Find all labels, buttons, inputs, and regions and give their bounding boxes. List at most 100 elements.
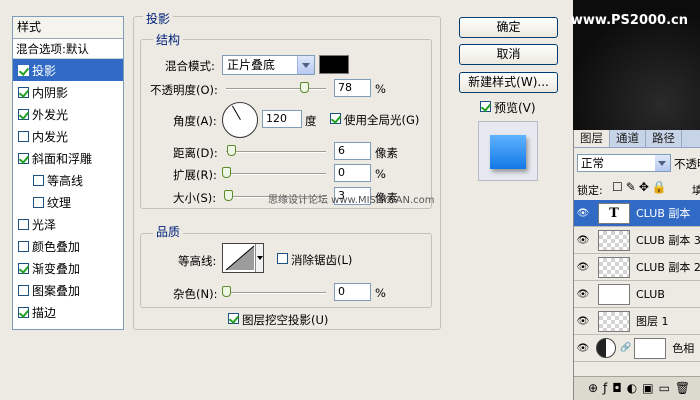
eye-icon[interactable]: 👁: [574, 235, 592, 246]
preview-checkbox[interactable]: [480, 101, 494, 112]
eye-icon[interactable]: 👁: [574, 208, 592, 219]
style-item[interactable]: 图案叠加: [13, 279, 123, 301]
style-item[interactable]: 外发光: [13, 103, 123, 125]
chevron-down-icon[interactable]: [297, 56, 314, 74]
spread-input[interactable]: 0: [334, 164, 371, 182]
angle-unit: 度: [305, 114, 317, 128]
style-item[interactable]: 等高线: [13, 169, 123, 191]
checkbox-icon: [228, 313, 239, 324]
knockout-checkbox[interactable]: [228, 313, 242, 324]
layers-bottom-bar[interactable]: ⊕ƒ◘◐▣▭🗑: [574, 376, 700, 400]
noise-label: 杂色(N):: [173, 287, 218, 301]
style-item[interactable]: 投影: [13, 59, 123, 81]
style-item[interactable]: 斜面和浮雕: [13, 147, 123, 169]
checkbox-icon[interactable]: [33, 196, 44, 208]
style-item[interactable]: 内阴影: [13, 81, 123, 103]
layer-row[interactable]: 👁 图层 1: [574, 308, 700, 335]
distance-slider-thumb[interactable]: [227, 145, 236, 156]
size-slider-thumb[interactable]: [224, 190, 233, 201]
style-item[interactable]: 描边: [13, 301, 123, 323]
noise-slider-track[interactable]: [226, 292, 326, 294]
new-style-button[interactable]: 新建样式(W)...: [459, 72, 558, 93]
checkbox-icon[interactable]: [18, 64, 29, 76]
style-item-label: 描边: [32, 305, 57, 320]
preview-label[interactable]: 预览(V): [494, 99, 536, 116]
cancel-button[interactable]: 取消: [459, 44, 558, 65]
global-light-label[interactable]: 使用全局光(G): [344, 112, 419, 128]
style-item[interactable]: 光泽: [13, 213, 123, 235]
tab-layers-panel[interactable]: 图层: [574, 130, 610, 147]
style-item-label: 内阴影: [32, 85, 69, 100]
blend-mode-value: 正片叠底: [227, 58, 276, 72]
global-light-checkbox[interactable]: [330, 113, 344, 124]
eye-icon[interactable]: 👁: [574, 289, 592, 300]
opacity-input[interactable]: 78: [334, 79, 371, 97]
layer-row[interactable]: 👁 CLUB 副本 3: [574, 227, 700, 254]
style-item[interactable]: 颜色叠加: [13, 235, 123, 257]
distance-input[interactable]: 6: [334, 142, 371, 160]
checkbox-icon[interactable]: [18, 240, 29, 252]
noise-input[interactable]: 0: [334, 283, 371, 301]
checkbox-icon: [277, 253, 288, 264]
tab-layers-panel[interactable]: 通道: [610, 130, 646, 147]
noise-slider-thumb[interactable]: [222, 286, 231, 297]
blending-options-item[interactable]: 混合选项:默认: [13, 39, 123, 59]
style-item[interactable]: 纹理: [13, 191, 123, 213]
lock-icons[interactable]: ☐✎✥🔒: [612, 180, 670, 194]
checkbox-icon[interactable]: [18, 152, 29, 164]
distance-slider-track[interactable]: [226, 151, 326, 153]
style-item-label: 光泽: [32, 217, 57, 232]
angle-input[interactable]: 120: [262, 110, 302, 128]
spread-slider-thumb[interactable]: [222, 167, 231, 178]
opacity-slider-track[interactable]: [226, 88, 326, 90]
layer-row[interactable]: 👁 🔗 色相: [574, 335, 700, 362]
styles-header[interactable]: 样式: [13, 17, 123, 39]
checkbox-icon[interactable]: [18, 130, 29, 142]
blend-mode-select[interactable]: 正片叠底: [222, 55, 315, 75]
canvas-photo: www.PS2000.cn: [571, 0, 700, 130]
chevron-down-icon[interactable]: [655, 155, 670, 171]
checkbox-icon[interactable]: [18, 86, 29, 98]
layer-blend-select[interactable]: 正常: [577, 154, 671, 172]
ok-button[interactable]: 确定: [459, 17, 558, 38]
tab-layers-panel[interactable]: 路径: [646, 130, 682, 147]
spread-slider-track[interactable]: [226, 173, 326, 175]
knockout-label[interactable]: 图层挖空投影(U): [242, 312, 328, 328]
layer-list: 👁 T CLUB 副本 👁 CLUB 副本 3 👁 CLUB 副本 2 👁 CLUB 👁 图层 1 👁…: [574, 200, 700, 362]
checkbox-icon[interactable]: [18, 218, 29, 230]
anti-alias-label[interactable]: 消除锯齿(L): [291, 252, 352, 268]
structure-title: 结构: [153, 31, 184, 48]
layer-name: CLUB 副本 2: [636, 261, 700, 274]
eye-icon[interactable]: 👁: [574, 316, 592, 327]
eye-icon[interactable]: 👁: [574, 343, 592, 354]
style-item[interactable]: 渐变叠加: [13, 257, 123, 279]
preview-swatch: [490, 135, 526, 169]
layer-row[interactable]: 👁 T CLUB 副本: [574, 200, 700, 227]
link-icon[interactable]: 🔗: [620, 343, 631, 353]
text-layer-icon: T: [598, 202, 630, 224]
checkbox-icon[interactable]: [18, 262, 29, 274]
checkbox-icon[interactable]: [18, 306, 29, 318]
layer-row[interactable]: 👁 CLUB 副本 2: [574, 254, 700, 281]
checkbox-icon[interactable]: [33, 174, 44, 186]
angle-dial[interactable]: [222, 102, 258, 138]
style-item[interactable]: 内发光: [13, 125, 123, 147]
shadow-color-swatch[interactable]: [319, 55, 349, 74]
checkbox-icon[interactable]: [18, 108, 29, 120]
style-preview: [478, 121, 538, 181]
style-item-label: 纹理: [47, 195, 72, 210]
checkbox-icon[interactable]: [18, 284, 29, 296]
opacity-slider-thumb[interactable]: [300, 82, 309, 93]
eye-icon[interactable]: 👁: [574, 262, 592, 273]
style-items: 投影内阴影外发光 内发光 斜面和浮雕 等高线纹理光泽颜色叠加渐变叠加 图案叠加描边: [13, 59, 123, 323]
contour-dropdown-arrow[interactable]: [255, 244, 263, 272]
contour-picker[interactable]: [222, 243, 264, 273]
style-item-label: 颜色叠加: [32, 239, 81, 254]
layer-blend-value: 正常: [581, 156, 604, 170]
checkbox-icon: [480, 101, 491, 112]
anti-alias-checkbox[interactable]: [277, 253, 291, 264]
quality-title: 品质: [153, 223, 184, 240]
checkbox-icon: [330, 113, 341, 124]
layer-row[interactable]: 👁 CLUB: [574, 281, 700, 308]
adjustment-icon: [596, 338, 616, 358]
